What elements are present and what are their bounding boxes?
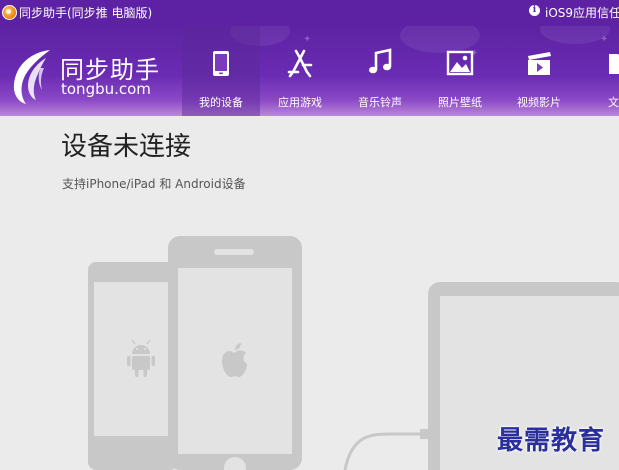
tab-music-ringtones[interactable]: 音乐铃声 xyxy=(341,26,419,116)
usb-cable-icon xyxy=(343,429,430,470)
app-store-icon xyxy=(287,49,313,78)
window-title: 同步助手(同步推 电脑版) xyxy=(19,6,153,20)
watermark-text: 最需教育 xyxy=(497,426,606,456)
tab-label: 应用游戏 xyxy=(278,96,322,109)
tongbu-bird-icon xyxy=(13,50,50,104)
tab-label: 我的设备 xyxy=(199,96,243,109)
ios9-trust-link[interactable]: iOS9应用信任 xyxy=(545,4,619,21)
device-illustration xyxy=(88,236,619,470)
info-icon[interactable]: i xyxy=(529,5,540,16)
android-phone-icon xyxy=(88,262,178,470)
tab-videos[interactable]: 视频影片 xyxy=(500,26,578,116)
tab-label: 视频影片 xyxy=(517,96,561,109)
tab-files[interactable]: 文件 xyxy=(580,26,619,116)
app-logo-icon xyxy=(2,5,17,20)
main-content: 设备未连接 支持iPhone/iPad 和 Android设备 xyxy=(0,116,619,470)
music-note-icon xyxy=(369,48,392,74)
logo-domain: tongbu.com xyxy=(61,80,151,98)
title-bar: 同步助手(同步推 电脑版) i iOS9应用信任 xyxy=(0,0,619,26)
video-clapper-icon xyxy=(528,52,551,75)
tab-label: 文件 xyxy=(608,96,619,109)
phone-icon xyxy=(213,51,229,76)
file-icon xyxy=(609,54,619,74)
tab-photos-wallpapers[interactable]: 照片壁纸 xyxy=(421,26,499,116)
tab-apps-games[interactable]: 应用游戏 xyxy=(261,26,339,116)
tongbu-logo[interactable]: 同步助手 tongbu.com xyxy=(10,48,170,108)
picture-icon xyxy=(446,50,474,76)
tab-label: 照片壁纸 xyxy=(438,96,482,109)
iphone-icon xyxy=(168,236,302,470)
top-navigation: ✦ ✦ ✦ 同步助手 tongbu.com 我的设备 应用游戏 音乐铃声 照片壁… xyxy=(0,26,619,116)
tab-my-device[interactable]: 我的设备 xyxy=(182,26,260,116)
tab-label: 音乐铃声 xyxy=(358,96,402,109)
